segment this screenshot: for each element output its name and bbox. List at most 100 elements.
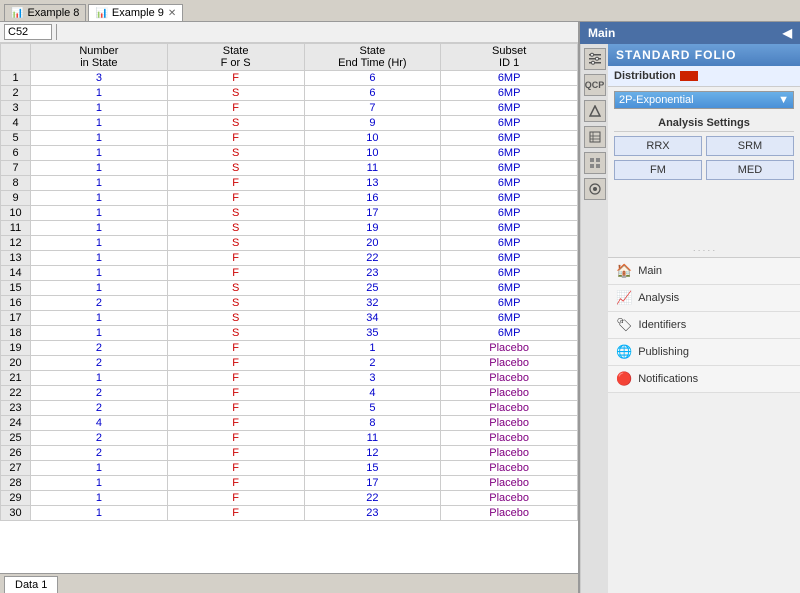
cell-number-in-state[interactable]: 1 (31, 221, 168, 236)
cell-number-in-state[interactable]: 1 (31, 476, 168, 491)
cell-end-time[interactable]: 11 (304, 431, 441, 446)
cell-subset-id[interactable]: 6MP (441, 191, 578, 206)
cell-subset-id[interactable]: Placebo (441, 416, 578, 431)
cell-end-time[interactable]: 11 (304, 161, 441, 176)
analysis-btn-med[interactable]: MED (706, 160, 794, 180)
cell-subset-id[interactable]: 6MP (441, 251, 578, 266)
cell-end-time[interactable]: 19 (304, 221, 441, 236)
cell-number-in-state[interactable]: 4 (31, 416, 168, 431)
cell-end-time[interactable]: 6 (304, 86, 441, 101)
cell-subset-id[interactable]: 6MP (441, 101, 578, 116)
cell-state-fs[interactable]: F (167, 476, 304, 491)
cell-number-in-state[interactable]: 1 (31, 506, 168, 521)
icon-star[interactable] (584, 178, 606, 200)
analysis-btn-rrx[interactable]: RRX (614, 136, 702, 156)
cell-state-fs[interactable]: F (167, 371, 304, 386)
cell-number-in-state[interactable]: 1 (31, 491, 168, 506)
cell-number-in-state[interactable]: 1 (31, 176, 168, 191)
cell-end-time[interactable]: 7 (304, 101, 441, 116)
cell-state-fs[interactable]: F (167, 251, 304, 266)
cell-state-fs[interactable]: S (167, 296, 304, 311)
cell-number-in-state[interactable]: 1 (31, 116, 168, 131)
cell-end-time[interactable]: 20 (304, 236, 441, 251)
cell-subset-id[interactable]: Placebo (441, 386, 578, 401)
tab-close-icon[interactable]: ✕ (168, 8, 176, 19)
cell-subset-id[interactable]: 6MP (441, 71, 578, 86)
icon-grid[interactable] (584, 152, 606, 174)
cell-subset-id[interactable]: 6MP (441, 221, 578, 236)
cell-end-time[interactable]: 22 (304, 491, 441, 506)
cell-number-in-state[interactable]: 3 (31, 71, 168, 86)
cell-subset-id[interactable]: 6MP (441, 266, 578, 281)
cell-end-time[interactable]: 23 (304, 506, 441, 521)
cell-state-fs[interactable]: F (167, 191, 304, 206)
cell-number-in-state[interactable]: 1 (31, 161, 168, 176)
cell-number-in-state[interactable]: 2 (31, 356, 168, 371)
cell-end-time[interactable]: 1 (304, 341, 441, 356)
cell-reference-input[interactable] (4, 24, 52, 40)
cell-number-in-state[interactable]: 2 (31, 296, 168, 311)
cell-subset-id[interactable]: 6MP (441, 326, 578, 341)
cell-subset-id[interactable]: 6MP (441, 206, 578, 221)
cell-number-in-state[interactable]: 2 (31, 341, 168, 356)
cell-number-in-state[interactable]: 2 (31, 401, 168, 416)
cell-number-in-state[interactable]: 1 (31, 101, 168, 116)
cell-subset-id[interactable]: 6MP (441, 236, 578, 251)
cell-end-time[interactable]: 25 (304, 281, 441, 296)
cell-end-time[interactable]: 32 (304, 296, 441, 311)
cell-number-in-state[interactable]: 1 (31, 206, 168, 221)
cell-state-fs[interactable]: S (167, 281, 304, 296)
nav-item-analysis[interactable]: 📈 Analysis (608, 285, 800, 312)
cell-number-in-state[interactable]: 2 (31, 386, 168, 401)
cell-number-in-state[interactable]: 1 (31, 371, 168, 386)
icon-settings[interactable] (584, 48, 606, 70)
cell-subset-id[interactable]: Placebo (441, 491, 578, 506)
icon-qcp[interactable]: QCP (584, 74, 606, 96)
cell-state-fs[interactable]: S (167, 326, 304, 341)
cell-end-time[interactable]: 17 (304, 206, 441, 221)
cell-end-time[interactable]: 3 (304, 371, 441, 386)
cell-state-fs[interactable]: F (167, 446, 304, 461)
cell-state-fs[interactable]: F (167, 176, 304, 191)
cell-state-fs[interactable]: F (167, 341, 304, 356)
cell-state-fs[interactable]: F (167, 266, 304, 281)
nav-item-publishing[interactable]: 🌐 Publishing (608, 339, 800, 366)
cell-number-in-state[interactable]: 1 (31, 131, 168, 146)
cell-subset-id[interactable]: Placebo (441, 506, 578, 521)
cell-state-fs[interactable]: F (167, 101, 304, 116)
cell-end-time[interactable]: 9 (304, 116, 441, 131)
cell-state-fs[interactable]: S (167, 221, 304, 236)
cell-end-time[interactable]: 10 (304, 131, 441, 146)
cell-number-in-state[interactable]: 1 (31, 236, 168, 251)
cell-state-fs[interactable]: F (167, 461, 304, 476)
cell-state-fs[interactable]: F (167, 356, 304, 371)
cell-number-in-state[interactable]: 1 (31, 146, 168, 161)
cell-end-time[interactable]: 35 (304, 326, 441, 341)
cell-state-fs[interactable]: F (167, 416, 304, 431)
cell-end-time[interactable]: 4 (304, 386, 441, 401)
cell-subset-id[interactable]: Placebo (441, 401, 578, 416)
cell-subset-id[interactable]: 6MP (441, 311, 578, 326)
cell-end-time[interactable]: 17 (304, 476, 441, 491)
cell-subset-id[interactable]: Placebo (441, 371, 578, 386)
cell-state-fs[interactable]: S (167, 146, 304, 161)
cell-state-fs[interactable]: F (167, 491, 304, 506)
cell-subset-id[interactable]: Placebo (441, 431, 578, 446)
cell-number-in-state[interactable]: 1 (31, 191, 168, 206)
cell-end-time[interactable]: 34 (304, 311, 441, 326)
analysis-btn-fm[interactable]: FM (614, 160, 702, 180)
cell-end-time[interactable]: 15 (304, 461, 441, 476)
cell-number-in-state[interactable]: 2 (31, 446, 168, 461)
nav-item-main[interactable]: 🏠 Main (608, 258, 800, 285)
cell-subset-id[interactable]: 6MP (441, 161, 578, 176)
cell-state-fs[interactable]: F (167, 386, 304, 401)
cell-state-fs[interactable]: S (167, 311, 304, 326)
pin-icon[interactable]: ◀ (783, 26, 792, 40)
cell-subset-id[interactable]: 6MP (441, 296, 578, 311)
nav-item-identifiers[interactable]: 🏷 Identifiers (608, 312, 800, 339)
analysis-btn-srm[interactable]: SRM (706, 136, 794, 156)
cell-number-in-state[interactable]: 1 (31, 461, 168, 476)
sheet-tab-data1[interactable]: Data 1 (4, 576, 58, 593)
cell-number-in-state[interactable]: 1 (31, 86, 168, 101)
cell-number-in-state[interactable]: 2 (31, 431, 168, 446)
